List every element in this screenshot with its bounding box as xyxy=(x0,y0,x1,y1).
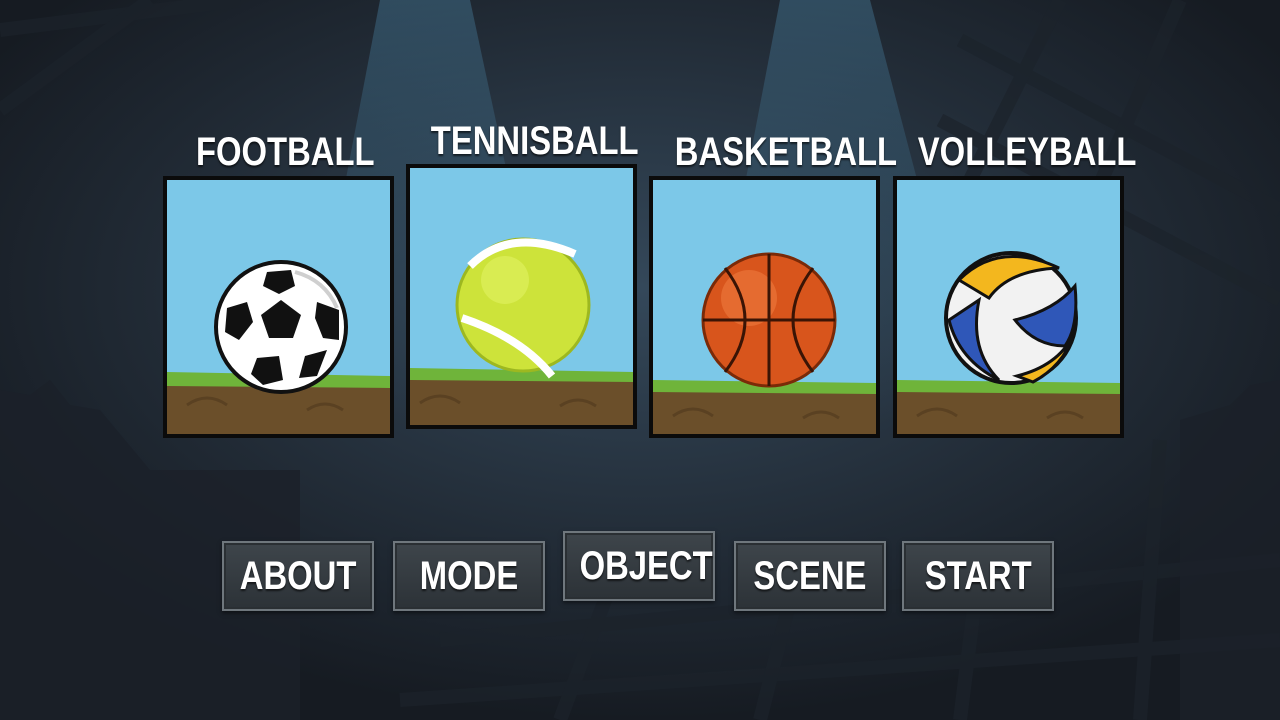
start-button-label: START xyxy=(924,554,1032,598)
volleyball-icon xyxy=(944,251,1078,385)
object-button-label: OBJECT xyxy=(579,544,713,588)
ball-card-tennisball[interactable] xyxy=(406,164,637,429)
card-title-football: FOOTBALL xyxy=(196,130,375,174)
mode-button-label: MODE xyxy=(419,554,519,598)
scene-button-label: SCENE xyxy=(753,554,867,598)
card-title-tennisball: TENNISBALL xyxy=(430,119,639,163)
card-title-basketball: BASKETBALL xyxy=(674,130,898,174)
ball-card-volleyball[interactable] xyxy=(893,176,1124,438)
start-button[interactable]: START xyxy=(902,541,1054,611)
about-button-label: ABOUT xyxy=(239,554,357,598)
about-button[interactable]: ABOUT xyxy=(222,541,374,611)
basketball-icon xyxy=(701,252,837,388)
ball-card-basketball[interactable] xyxy=(649,176,880,438)
scene-button[interactable]: SCENE xyxy=(734,541,886,611)
soccer-ball-icon xyxy=(214,260,348,394)
ball-card-football[interactable] xyxy=(163,176,394,438)
card-title-volleyball: VOLLEYBALL xyxy=(917,130,1137,174)
mode-button[interactable]: MODE xyxy=(393,541,545,611)
object-button[interactable]: OBJECT xyxy=(563,531,715,601)
